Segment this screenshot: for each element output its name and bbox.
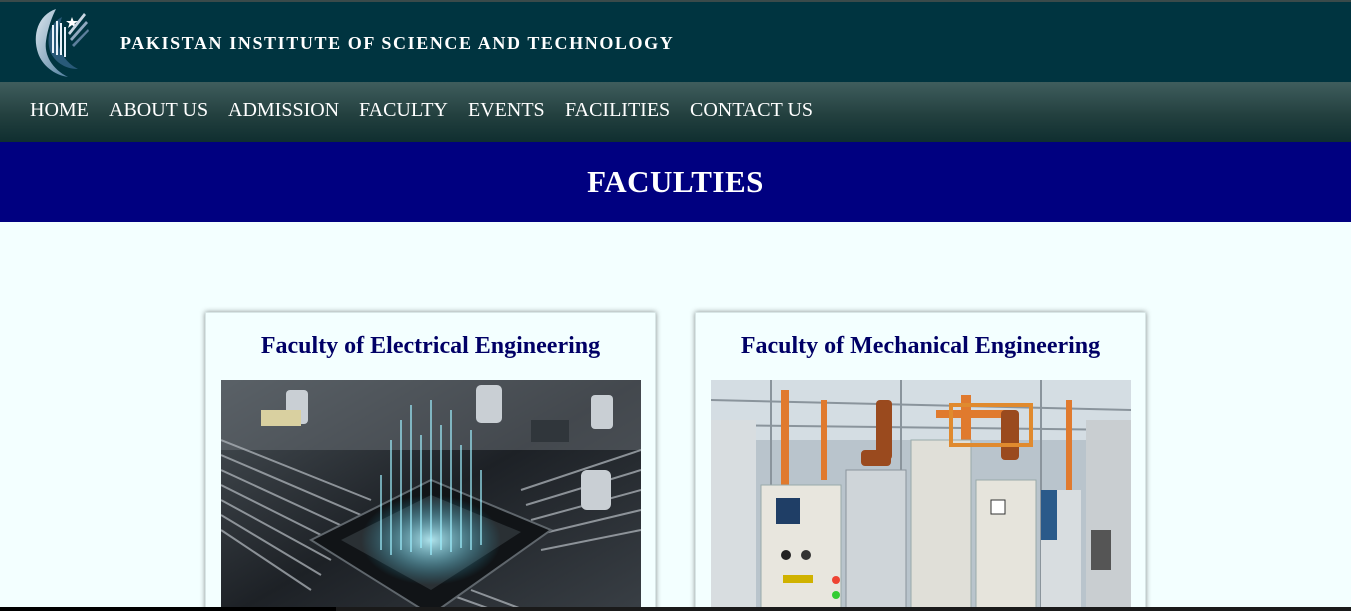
page-bottom-edge [0, 607, 336, 611]
factory-assembly-line-image[interactable] [711, 380, 1131, 611]
nav-admission-link[interactable]: ADMISSION [228, 99, 339, 122]
nav-faculty-link[interactable]: FACULTY [359, 99, 448, 122]
faculty-card-title[interactable]: Faculty of Mechanical Engineering [696, 333, 1145, 360]
nav-facilities-link[interactable]: FACILITIES [565, 99, 670, 122]
nav-about-us-link[interactable]: ABOUT US [109, 99, 208, 122]
page-title: FACULTIES [587, 164, 764, 199]
page-banner: FACULTIES [0, 142, 1351, 222]
site-title: PAKISTAN INSTITUTE OF SCIENCE AND TECHNO… [120, 33, 675, 53]
main-navigation: HOME ABOUT US ADMISSION FACULTY EVENTS F… [0, 82, 1351, 142]
circuit-board-chip-image[interactable] [221, 380, 641, 611]
nav-home-link[interactable]: HOME [30, 99, 89, 122]
faculty-card-electrical[interactable]: Faculty of Electrical Engineering [205, 312, 656, 611]
faculty-card-mechanical[interactable]: Faculty of Mechanical Engineering [695, 312, 1146, 611]
nav-events-link[interactable]: EVENTS [468, 99, 545, 122]
site-header: PAKISTAN INSTITUTE OF SCIENCE AND TECHNO… [0, 0, 1351, 82]
university-logo-icon[interactable] [28, 5, 90, 79]
nav-contact-us-link[interactable]: CONTACT US [690, 99, 813, 122]
faculty-card-title[interactable]: Faculty of Electrical Engineering [206, 333, 655, 360]
page-bottom-edge-right [336, 607, 1351, 611]
